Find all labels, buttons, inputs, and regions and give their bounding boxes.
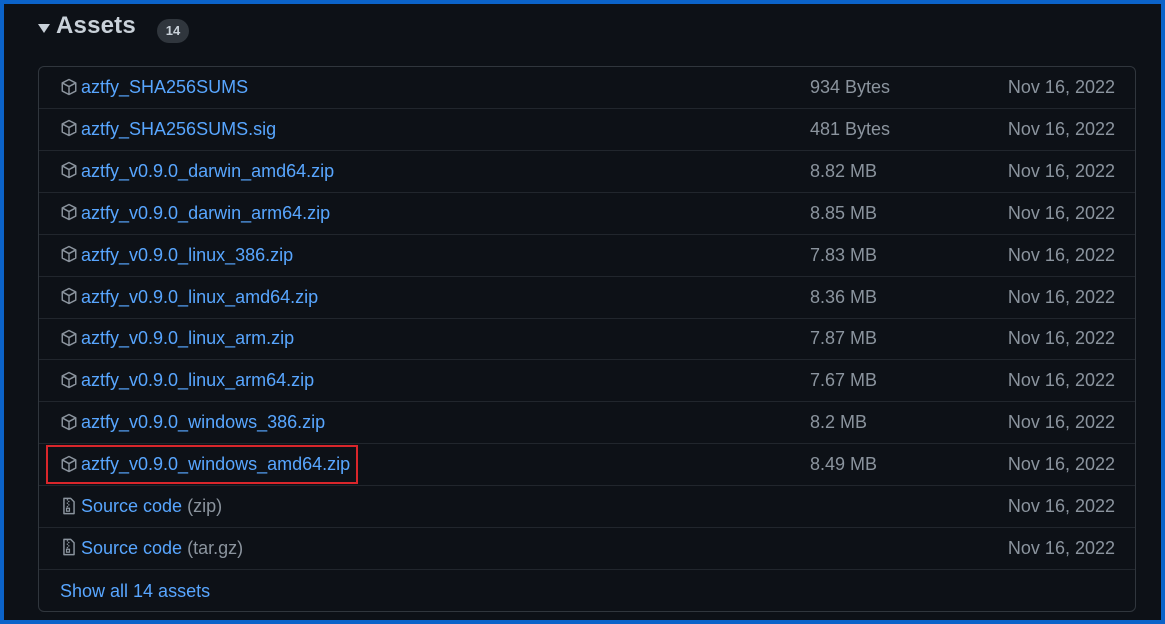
source-code-row: Source code (tar.gz) Nov 16, 2022 [39,528,1135,570]
package-icon [60,329,80,349]
assets-title: Assets [56,12,136,39]
asset-date: Nov 16, 2022 [1007,412,1115,433]
asset-name: aztfy_v0.9.0_darwin_amd64.zip [81,160,335,181]
asset-download-link[interactable]: aztfy_v0.9.0_linux_amd64.zip [60,277,318,318]
source-code-format: (tar.gz) [187,537,244,558]
asset-date: Nov 16, 2022 [1007,328,1115,349]
show-all-assets-link[interactable]: Show all 14 assets [60,571,210,611]
source-code-download-link[interactable]: Source code (tar.gz) [60,528,243,569]
asset-download-link[interactable]: aztfy_v0.9.0_linux_386.zip [60,235,293,276]
package-icon [60,455,80,475]
source-code-row: Source code (zip) Nov 16, 2022 [39,486,1135,528]
asset-row: aztfy_v0.9.0_darwin_amd64.zip 8.82 MB Nov … [39,151,1135,193]
source-code-date: Nov 16, 2022 [1007,496,1115,516]
asset-row: aztfy_v0.9.0_darwin_arm64.zip 8.85 MB Nov … [39,193,1135,235]
asset-row: aztfy_v0.9.0_linux_arm.zip 7.87 MB Nov 16,… [39,318,1135,361]
assets-list: aztfy_SHA256SUMS 934 Bytes Nov 16, 2022 azt… [38,66,1136,612]
asset-download-link[interactable]: aztfy_v0.9.0_linux_arm64.zip [60,360,314,401]
file-zip-icon [60,538,80,558]
asset-date: Nov 16, 2022 [1007,370,1115,391]
assets-panel: Assets 14 aztfy_SHA256SUMS 934 Bytes Nov 1… [0,0,1165,624]
asset-size: 8.82 MB [810,160,878,181]
asset-date: Nov 16, 2022 [1007,286,1115,307]
asset-date: Nov 16, 2022 [1007,77,1115,97]
asset-date: Nov 16, 2022 [1007,454,1115,475]
asset-row: aztfy_v0.9.0_linux_arm64.zip 7.67 MB Nov 1… [39,360,1135,403]
asset-download-link[interactable]: aztfy_SHA256SUMS [60,67,248,108]
package-icon [60,413,80,433]
asset-row: aztfy_v0.9.0_linux_amd64.zip 8.36 MB Nov 1… [39,277,1135,319]
asset-download-link[interactable]: aztfy_v0.9.0_linux_arm.zip [60,318,294,359]
asset-size: 481 Bytes [810,118,891,139]
asset-date: Nov 16, 2022 [1007,160,1115,181]
asset-row: aztfy_v0.9.0_windows_amd64.zip 8.49 MB Nov… [39,444,1135,487]
asset-download-link[interactable]: aztfy_v0.9.0_darwin_arm64.zip [60,193,330,234]
source-code-format: (zip) [187,496,223,516]
asset-size: 7.67 MB [810,370,878,391]
caret-down-icon [38,23,50,33]
asset-name: aztfy_v0.9.0_linux_arm64.zip [81,370,315,391]
asset-size: 934 Bytes [810,77,891,97]
asset-date: Nov 16, 2022 [1007,244,1115,265]
asset-row: aztfy_SHA256SUMS.sig 481 Bytes Nov 16, 202… [39,109,1135,151]
asset-size: 8.85 MB [810,202,878,223]
asset-download-link[interactable]: aztfy_SHA256SUMS.sig [60,109,276,150]
source-code-label: Source code [81,537,183,558]
package-icon [60,78,80,98]
asset-name: aztfy_v0.9.0_darwin_arm64.zip [81,202,331,223]
asset-size: 8.2 MB [810,412,868,433]
asset-size: 7.83 MB [810,244,878,265]
asset-name: aztfy_SHA256SUMS.sig [81,118,277,139]
asset-download-link[interactable]: aztfy_v0.9.0_windows_amd64.zip [45,445,359,485]
package-icon [60,371,80,391]
asset-size: 8.36 MB [810,286,878,307]
asset-download-link[interactable]: aztfy_v0.9.0_windows_386.zip [60,402,325,443]
package-icon [60,119,80,139]
assets-toggle[interactable]: Assets [38,12,136,40]
asset-name: aztfy_v0.9.0_linux_amd64.zip [81,286,319,307]
package-icon [60,203,80,223]
asset-name: aztfy_v0.9.0_windows_386.zip [81,412,326,433]
asset-name: aztfy_v0.9.0_windows_amd64.zip [81,454,351,475]
asset-name: aztfy_v0.9.0_linux_386.zip [81,244,294,265]
asset-row: aztfy_SHA256SUMS 934 Bytes Nov 16, 2022 [39,67,1135,109]
assets-count-badge: 14 [157,19,189,43]
asset-size: 8.49 MB [810,454,878,475]
file-zip-icon [60,497,80,517]
asset-row: aztfy_v0.9.0_windows_386.zip 8.2 MB Nov 16… [39,402,1135,445]
source-code-date: Nov 16, 2022 [1007,537,1115,558]
asset-name: aztfy_SHA256SUMS [81,77,249,97]
package-icon [60,287,80,307]
asset-date: Nov 16, 2022 [1007,202,1115,223]
source-code-download-link[interactable]: Source code (zip) [60,486,222,527]
asset-name: aztfy_v0.9.0_linux_arm.zip [81,328,295,349]
asset-download-link[interactable]: aztfy_v0.9.0_darwin_amd64.zip [60,151,334,192]
asset-date: Nov 16, 2022 [1007,118,1115,139]
asset-size: 7.87 MB [810,328,878,349]
package-icon [60,245,80,265]
source-code-label: Source code [81,496,183,516]
package-icon [60,161,80,181]
asset-row: aztfy_v0.9.0_linux_386.zip 7.83 MB Nov 16,… [39,235,1135,277]
